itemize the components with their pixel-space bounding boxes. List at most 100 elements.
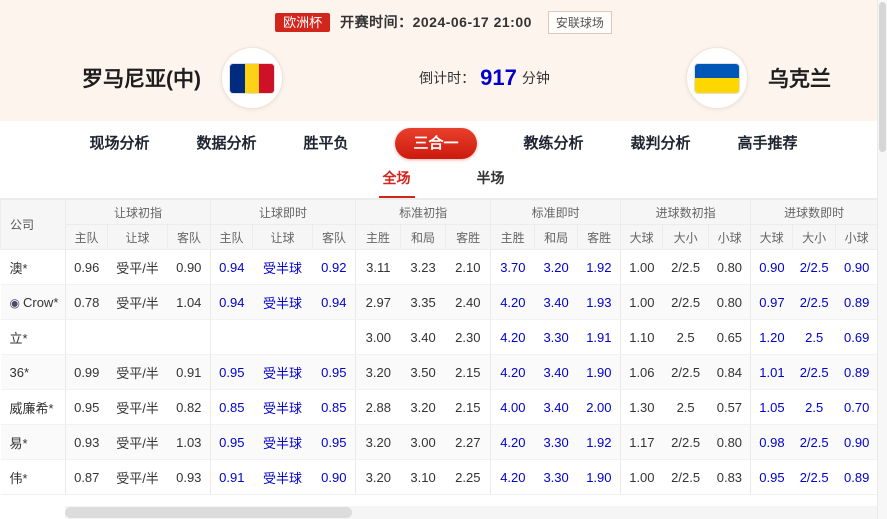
odds-cell[interactable]: 3.20 [355,354,401,390]
odds-cell[interactable]: 1.10 [620,319,663,355]
odds-cell[interactable]: 0.95 [312,354,356,390]
odds-cell[interactable]: 1.90 [577,459,621,495]
odds-cell[interactable]: 1.30 [620,389,663,425]
odds-cell[interactable]: 受平/半 [107,249,168,285]
odds-cell[interactable]: 0.57 [708,389,751,425]
odds-cell[interactable]: 3.20 [355,459,401,495]
odds-cell[interactable]: 0.89 [835,354,878,390]
odds-cell[interactable]: 3.20 [400,389,446,425]
odds-cell[interactable]: 1.03 [167,424,211,460]
odds-cell[interactable]: 受平/半 [107,389,168,425]
odds-cell[interactable]: 2.15 [445,354,491,390]
odds-cell[interactable]: 2.97 [355,284,401,320]
odds-cell[interactable]: 2.30 [445,319,491,355]
odds-cell[interactable]: 2.5 [792,389,836,425]
odds-cell[interactable]: 0.80 [708,284,751,320]
odds-cell[interactable]: 1.00 [620,459,663,495]
tab-three-in-one[interactable]: 三合一 [395,128,477,159]
tab-win-draw-loss[interactable]: 胜平负 [303,136,348,151]
odds-cell[interactable]: 0.95 [210,424,253,460]
subtab-full-time[interactable]: 全场 [378,168,415,198]
odds-cell[interactable]: 0.91 [210,459,253,495]
odds-cell[interactable]: 2.27 [445,424,491,460]
odds-cell[interactable]: 0.94 [210,284,253,320]
tab-referee-analysis[interactable]: 裁判分析 [631,136,691,151]
odds-cell[interactable]: 2.15 [445,389,491,425]
odds-cell[interactable]: 3.40 [534,284,578,320]
horizontal-scrollbar-thumb[interactable] [65,507,352,518]
company-cell[interactable]: 澳* [0,249,66,285]
odds-cell[interactable]: 0.84 [708,354,751,390]
odds-cell[interactable]: 0.90 [835,424,878,460]
tab-expert-picks[interactable]: 高手推荐 [738,136,798,151]
odds-cell[interactable]: 受平/半 [107,284,168,320]
odds-cell[interactable]: 3.50 [400,354,446,390]
odds-cell[interactable]: 受半球 [252,249,313,285]
odds-cell[interactable]: 0.87 [65,459,108,495]
odds-cell[interactable]: 1.01 [750,354,793,390]
odds-cell[interactable]: 0.91 [167,354,211,390]
odds-cell[interactable]: 1.92 [577,249,621,285]
odds-cell[interactable]: 2/2.5 [662,354,709,390]
odds-cell[interactable]: 1.93 [577,284,621,320]
company-cell[interactable]: 易* [0,424,66,460]
odds-cell[interactable]: 3.40 [534,354,578,390]
odds-cell[interactable]: 0.65 [708,319,751,355]
odds-cell[interactable]: 0.98 [750,424,793,460]
odds-cell[interactable]: 0.90 [835,249,878,285]
odds-cell[interactable]: 3.11 [355,249,401,285]
odds-cell[interactable]: 0.82 [167,389,211,425]
odds-cell[interactable]: 2.40 [445,284,491,320]
odds-cell[interactable]: 受半球 [252,354,313,390]
odds-cell[interactable]: 0.80 [708,249,751,285]
odds-cell[interactable]: 受平/半 [107,424,168,460]
odds-cell[interactable]: 0.94 [210,249,253,285]
vertical-scrollbar[interactable] [877,0,887,519]
odds-cell[interactable]: 3.00 [400,424,446,460]
odds-cell[interactable]: 2/2.5 [662,424,709,460]
odds-cell[interactable]: 0.85 [210,389,253,425]
odds-cell[interactable]: 1.05 [750,389,793,425]
odds-cell[interactable]: 3.10 [400,459,446,495]
odds-cell[interactable]: 4.20 [490,319,535,355]
odds-cell[interactable]: 3.35 [400,284,446,320]
odds-cell[interactable]: 2/2.5 [792,354,836,390]
tab-data-analysis[interactable]: 数据分析 [196,136,256,151]
odds-cell[interactable]: 1.00 [620,284,663,320]
odds-cell[interactable]: 3.30 [534,424,578,460]
odds-cell[interactable]: 1.90 [577,354,621,390]
company-cell[interactable]: 伟* [0,459,66,495]
odds-cell[interactable]: 2.25 [445,459,491,495]
odds-cell[interactable]: 受平/半 [107,459,168,495]
odds-cell[interactable]: 2.88 [355,389,401,425]
odds-cell[interactable]: 0.90 [312,459,356,495]
odds-cell[interactable]: 2.00 [577,389,621,425]
odds-cell[interactable]: 0.85 [312,389,356,425]
company-cell[interactable]: 36* [0,354,66,390]
odds-cell[interactable]: 0.83 [708,459,751,495]
odds-cell[interactable]: 4.20 [490,424,535,460]
odds-cell[interactable]: 受半球 [252,284,313,320]
odds-cell[interactable]: 0.69 [835,319,878,355]
odds-cell[interactable]: 3.30 [534,319,578,355]
odds-cell[interactable]: 1.06 [620,354,663,390]
odds-cell[interactable]: 3.20 [355,424,401,460]
odds-cell[interactable]: 1.20 [750,319,793,355]
odds-cell[interactable]: 2.5 [792,319,836,355]
odds-cell[interactable]: 1.17 [620,424,663,460]
odds-cell[interactable]: 2/2.5 [792,249,836,285]
odds-cell[interactable]: 3.70 [490,249,535,285]
odds-cell[interactable]: 0.97 [750,284,793,320]
odds-cell[interactable]: 0.96 [65,249,108,285]
odds-cell[interactable]: 受半球 [252,459,313,495]
odds-cell[interactable]: 4.20 [490,284,535,320]
odds-cell[interactable]: 0.95 [65,389,108,425]
odds-cell[interactable]: 0.93 [65,424,108,460]
company-cell[interactable]: ◉ Crow* [0,284,66,320]
tab-coach-analysis[interactable]: 教练分析 [524,136,584,151]
odds-cell[interactable]: 受平/半 [107,354,168,390]
subtab-half-time[interactable]: 半场 [473,168,509,198]
odds-cell[interactable]: 0.90 [167,249,211,285]
odds-cell[interactable]: 2/2.5 [792,424,836,460]
odds-cell[interactable]: 2/2.5 [662,284,709,320]
